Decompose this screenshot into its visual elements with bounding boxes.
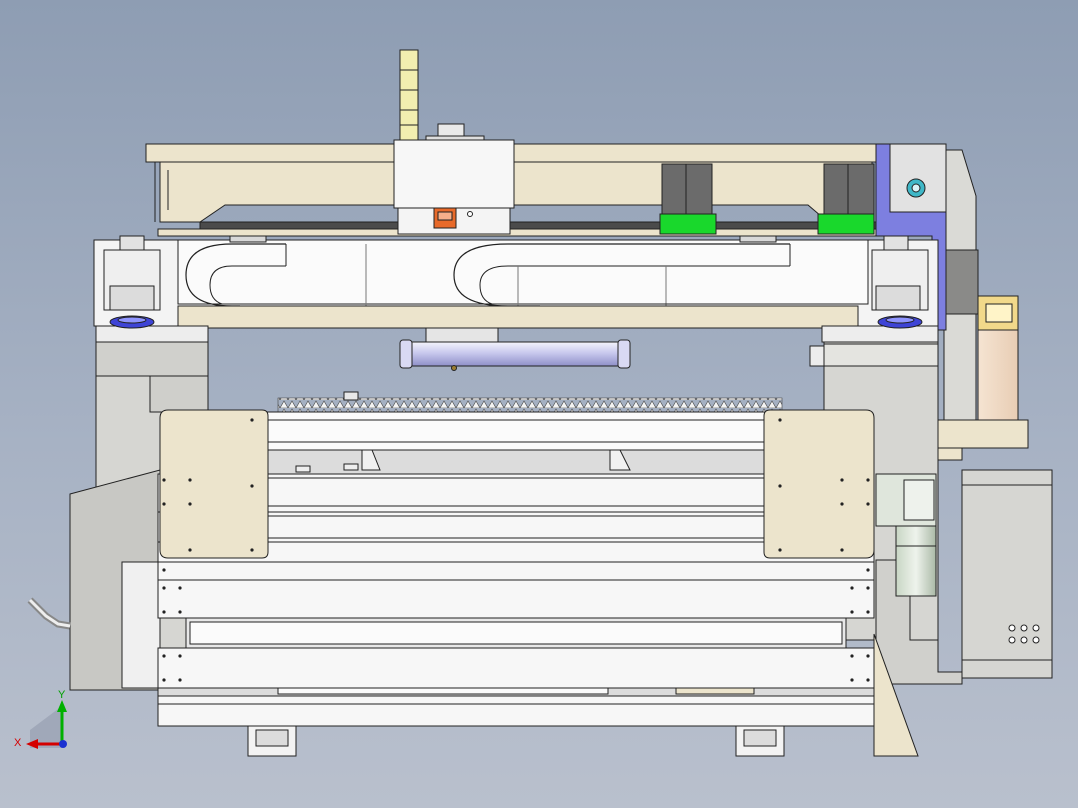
drive-motor-right	[823, 163, 875, 215]
linear-rail	[199, 221, 877, 230]
green-mount-left	[659, 213, 717, 235]
table-band-4	[157, 579, 875, 619]
peach-roller	[977, 329, 1019, 421]
right-shelf	[937, 419, 1029, 449]
green-gear-motor	[895, 525, 937, 597]
cad-viewport[interactable]: Y X	[0, 0, 1078, 808]
drive-motor-left	[661, 163, 713, 215]
middle-carriage	[93, 235, 939, 343]
green-mount-right	[817, 213, 875, 235]
pneumatic-cylinder	[399, 327, 631, 371]
upper-crossbar	[261, 411, 769, 451]
table-band-5	[157, 647, 875, 689]
y-axis-label: Y	[58, 689, 66, 701]
top-gantry	[145, 49, 877, 237]
vertical-ruler	[399, 49, 419, 147]
carriage-lower-rail	[177, 305, 859, 329]
carriage-block	[393, 139, 515, 209]
table-base-beam	[157, 695, 875, 727]
tooth-rack	[277, 391, 783, 413]
control-cabinet	[961, 469, 1053, 679]
side-plate-right	[763, 409, 875, 559]
x-axis-label: X	[14, 737, 22, 749]
orientation-triad: Y X	[14, 689, 67, 749]
machine-assembly-drawing: Y X	[14, 49, 1053, 757]
side-plate-left	[159, 409, 269, 559]
z-axis-dot	[59, 740, 67, 748]
gantry-beam-lower	[159, 161, 873, 223]
